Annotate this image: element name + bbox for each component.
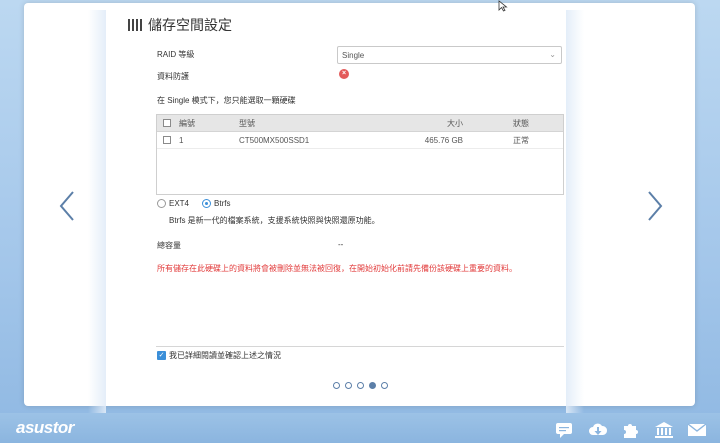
select-all-checkbox[interactable]	[163, 119, 171, 127]
cell-model: CT500MX500SSD1	[239, 135, 310, 145]
page-dot-3[interactable]	[357, 382, 364, 389]
table-row[interactable]: 1 CT500MX500SSD1 465.76 GB 正常	[157, 132, 563, 149]
previous-arrow-icon[interactable]	[58, 190, 76, 222]
bank-icon[interactable]	[654, 421, 674, 439]
taskbar	[0, 413, 720, 443]
table-header: 編號 型號 大小 狀態	[157, 115, 563, 132]
chat-icon[interactable]	[555, 421, 575, 439]
page-dot-4[interactable]	[369, 382, 376, 389]
data-protection-label: 資料防護	[157, 72, 189, 81]
panel-shadow-left	[88, 10, 106, 413]
capacity-value: --	[338, 240, 344, 249]
confirm-label: 我已詳細閱讀並確認上述之情況	[169, 351, 281, 360]
raid-level-select[interactable]: Single ⌄	[337, 46, 562, 64]
btrfs-label: Btrfs	[214, 199, 231, 208]
header-status: 狀態	[513, 118, 529, 128]
ext4-label: EXT4	[169, 199, 190, 208]
page-header: 儲存空間設定	[128, 15, 232, 35]
btrfs-radio[interactable]	[202, 199, 212, 208]
row-checkbox[interactable]	[163, 136, 171, 144]
next-arrow-icon[interactable]	[646, 190, 664, 222]
page-dot-5[interactable]	[381, 382, 388, 389]
header-size: 大小	[447, 118, 463, 128]
storage-icon	[128, 19, 142, 31]
confirm-row[interactable]: ✓ 我已詳細閱讀並確認上述之情況	[157, 350, 281, 361]
btrfs-description: Btrfs 是新一代的檔案系統，支援系統快照與快照還原功能。	[169, 216, 380, 225]
page-indicator	[333, 382, 388, 389]
cell-no: 1	[179, 135, 184, 145]
header-model: 型號	[239, 118, 255, 128]
chevron-down-icon: ⌄	[549, 50, 556, 59]
mail-icon[interactable]	[687, 421, 707, 439]
puzzle-icon[interactable]	[621, 421, 641, 439]
mouse-cursor-icon	[498, 0, 508, 12]
brand-logo: asustor	[16, 418, 74, 437]
cell-size: 465.76 GB	[424, 135, 463, 145]
header-no: 編號	[179, 118, 195, 128]
page-dot-1[interactable]	[333, 382, 340, 389]
ext4-radio[interactable]	[157, 199, 166, 208]
disk-table: 編號 型號 大小 狀態 1 CT500MX500SSD1 465.76 GB 正…	[156, 114, 564, 195]
filesystem-options: EXT4 Btrfs	[157, 199, 230, 208]
divider	[156, 346, 564, 347]
mode-note: 在 Single 模式下，您只能選取一顆硬碟	[157, 96, 296, 105]
page-dot-2[interactable]	[345, 382, 352, 389]
confirm-checkbox[interactable]: ✓	[157, 351, 166, 360]
capacity-label: 總容量	[157, 241, 181, 250]
raid-level-label: RAID 等級	[157, 50, 195, 59]
page-title: 儲存空間設定	[148, 17, 232, 33]
cell-status: 正常	[513, 135, 529, 145]
panel-shadow-right	[566, 10, 584, 413]
data-loss-warning: 所有儲存在此硬碟上的資料將會被刪除並無法被回復，在開始初始化前請先備份該硬碟上重…	[157, 264, 517, 273]
cloud-download-icon[interactable]	[588, 421, 608, 439]
error-icon: ×	[339, 69, 349, 79]
raid-level-value: Single	[342, 51, 365, 60]
